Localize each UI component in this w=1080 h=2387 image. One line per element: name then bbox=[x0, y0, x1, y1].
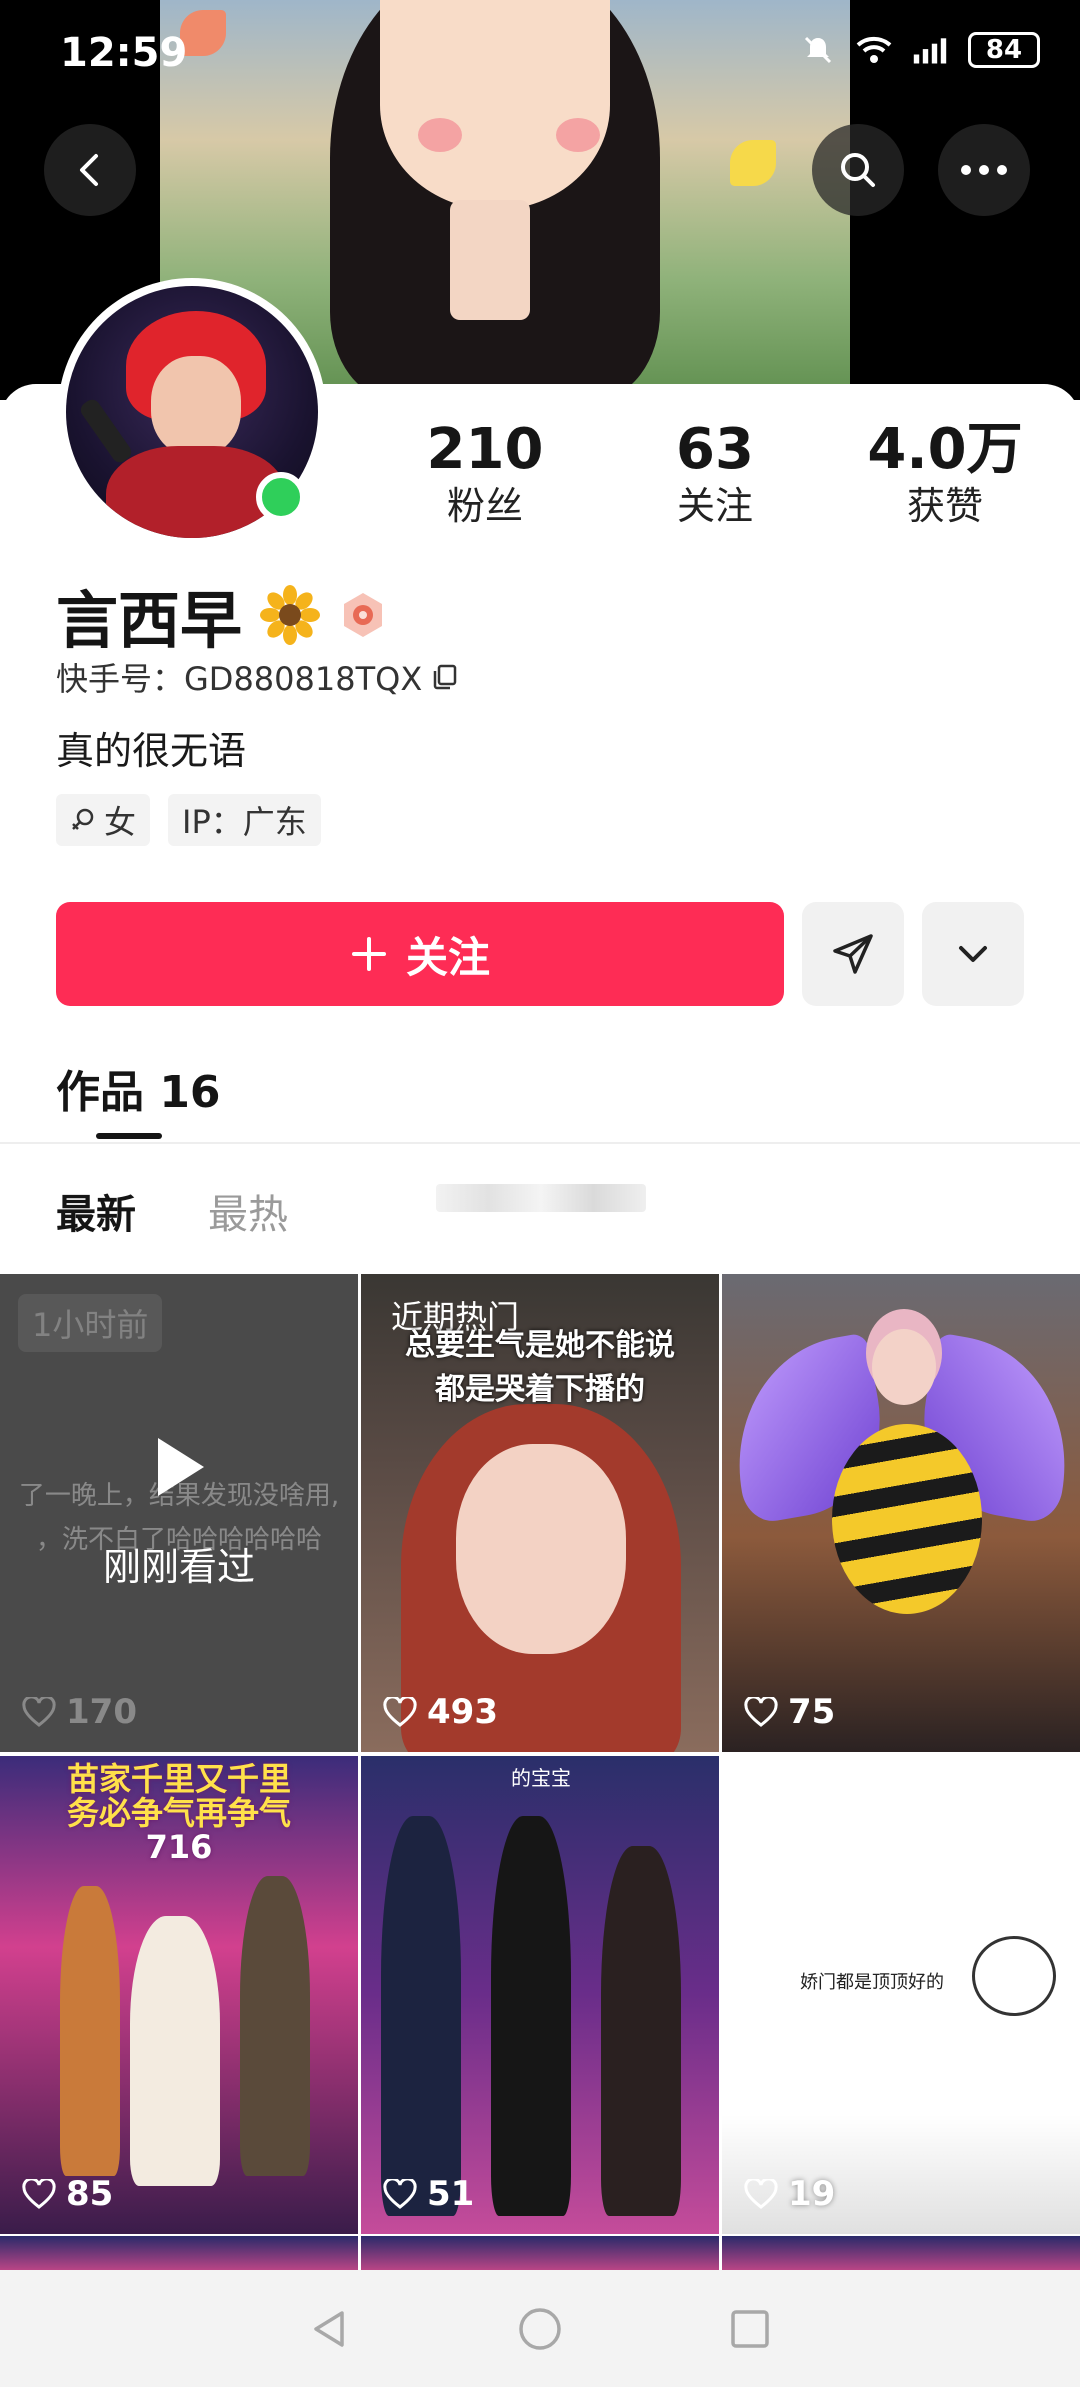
sticker-character bbox=[972, 1936, 1056, 2016]
square-recents-icon bbox=[731, 2309, 769, 2348]
video-tile[interactable]: 苗家千里又千里 务必争气再争气 716 85 bbox=[0, 1756, 358, 2234]
signal-icon bbox=[912, 32, 948, 68]
chevron-down-icon bbox=[959, 946, 987, 962]
video-tile[interactable]: 的宝宝 51 bbox=[361, 1756, 719, 2234]
video-text: 娇门都是顶顶好的 bbox=[800, 1972, 944, 1993]
sunflower-icon bbox=[260, 585, 321, 645]
expand-button[interactable] bbox=[922, 902, 1024, 1006]
more-button[interactable] bbox=[938, 124, 1030, 216]
search-icon bbox=[841, 153, 875, 187]
send-icon bbox=[833, 934, 873, 974]
heart-icon bbox=[744, 1697, 778, 1727]
back-button[interactable] bbox=[44, 124, 136, 216]
sort-latest[interactable]: 最新 bbox=[56, 1182, 136, 1240]
triangle-back-icon bbox=[314, 2310, 344, 2347]
nav-home-button[interactable] bbox=[510, 2299, 570, 2359]
butterfly-icon bbox=[730, 140, 776, 186]
stat-followers[interactable]: 210 粉丝 bbox=[370, 418, 600, 530]
blurred-area bbox=[436, 1184, 646, 1212]
plus-icon bbox=[351, 937, 386, 971]
heart-icon bbox=[383, 2179, 417, 2209]
gender-tag: 女 bbox=[56, 794, 151, 846]
circle-home-icon bbox=[519, 2307, 561, 2350]
profile-stats: 210 粉丝 63 关注 4.0万 获赞 bbox=[370, 418, 1060, 530]
heart-icon bbox=[22, 1697, 56, 1727]
online-status-dot bbox=[256, 472, 306, 522]
like-count: 75 bbox=[744, 1692, 835, 1732]
heart-icon bbox=[22, 2179, 56, 2209]
profile-bio: 真的很无语 bbox=[56, 729, 247, 773]
ip-tag: IP：广东 bbox=[168, 794, 321, 846]
video-tile[interactable]: 近期热门 总要生气是她不能说 都是哭着下播的 493 bbox=[361, 1274, 719, 1752]
sort-hottest[interactable]: 最热 bbox=[208, 1182, 288, 1240]
status-bar: 12:59 84 bbox=[0, 0, 1080, 110]
heart-icon bbox=[744, 2179, 778, 2209]
stat-following[interactable]: 63 关注 bbox=[600, 418, 830, 530]
follow-button[interactable]: 关注 bbox=[56, 902, 784, 1006]
like-count: 170 bbox=[22, 1692, 137, 1732]
like-count: 19 bbox=[744, 2174, 835, 2214]
video-banner-text: 苗家千里又千里 务必争气再争气 716 bbox=[66, 1760, 291, 1866]
like-count: 493 bbox=[383, 1692, 498, 1732]
creator-badge-icon[interactable] bbox=[338, 590, 388, 640]
divider bbox=[0, 1142, 1080, 1144]
like-count: 85 bbox=[22, 2174, 113, 2214]
mute-icon bbox=[800, 32, 836, 68]
search-button[interactable] bbox=[812, 124, 904, 216]
nav-recents-button[interactable] bbox=[720, 2299, 780, 2359]
battery-indicator: 84 bbox=[968, 32, 1040, 68]
video-top-text: 的宝宝 bbox=[511, 1766, 571, 1790]
video-tile[interactable]: 1小时前 了一晚上，结果发现没啥用, ，洗不白了哈哈哈哈哈哈 刚刚看过 170 bbox=[0, 1274, 358, 1752]
kuaishou-id: 快手号：GD880818TQX bbox=[56, 660, 423, 698]
send-message-button[interactable] bbox=[802, 902, 904, 1006]
recently-watched-label: 刚刚看过 bbox=[102, 1545, 255, 1589]
video-tile[interactable]: 娇门都是顶顶好的 19 bbox=[722, 1756, 1080, 2234]
chevron-left-icon bbox=[80, 154, 98, 186]
heart-icon bbox=[383, 1697, 417, 1727]
tab-indicator bbox=[96, 1133, 162, 1139]
system-nav-bar bbox=[0, 2270, 1080, 2387]
like-count: 51 bbox=[383, 2174, 474, 2214]
stat-likes[interactable]: 4.0万 获赞 bbox=[830, 418, 1060, 530]
profile-name: 言西早 bbox=[56, 584, 243, 657]
play-icon bbox=[158, 1438, 204, 1496]
status-time: 12:59 bbox=[60, 30, 188, 76]
video-grid: 1小时前 了一晚上，结果发现没啥用, ，洗不白了哈哈哈哈哈哈 刚刚看过 170 … bbox=[0, 1274, 1080, 2234]
video-tile[interactable]: 75 bbox=[722, 1274, 1080, 1752]
more-dots-icon bbox=[961, 165, 1007, 175]
wifi-icon bbox=[856, 32, 892, 68]
copy-icon[interactable] bbox=[430, 662, 460, 692]
video-caption: 总要生气是她不能说 都是哭着下播的 bbox=[405, 1328, 675, 1407]
tab-works[interactable]: 作品 16 bbox=[56, 1056, 221, 1120]
nav-back-button[interactable] bbox=[300, 2299, 360, 2359]
female-icon bbox=[72, 808, 94, 830]
time-badge: 1小时前 bbox=[18, 1294, 163, 1352]
